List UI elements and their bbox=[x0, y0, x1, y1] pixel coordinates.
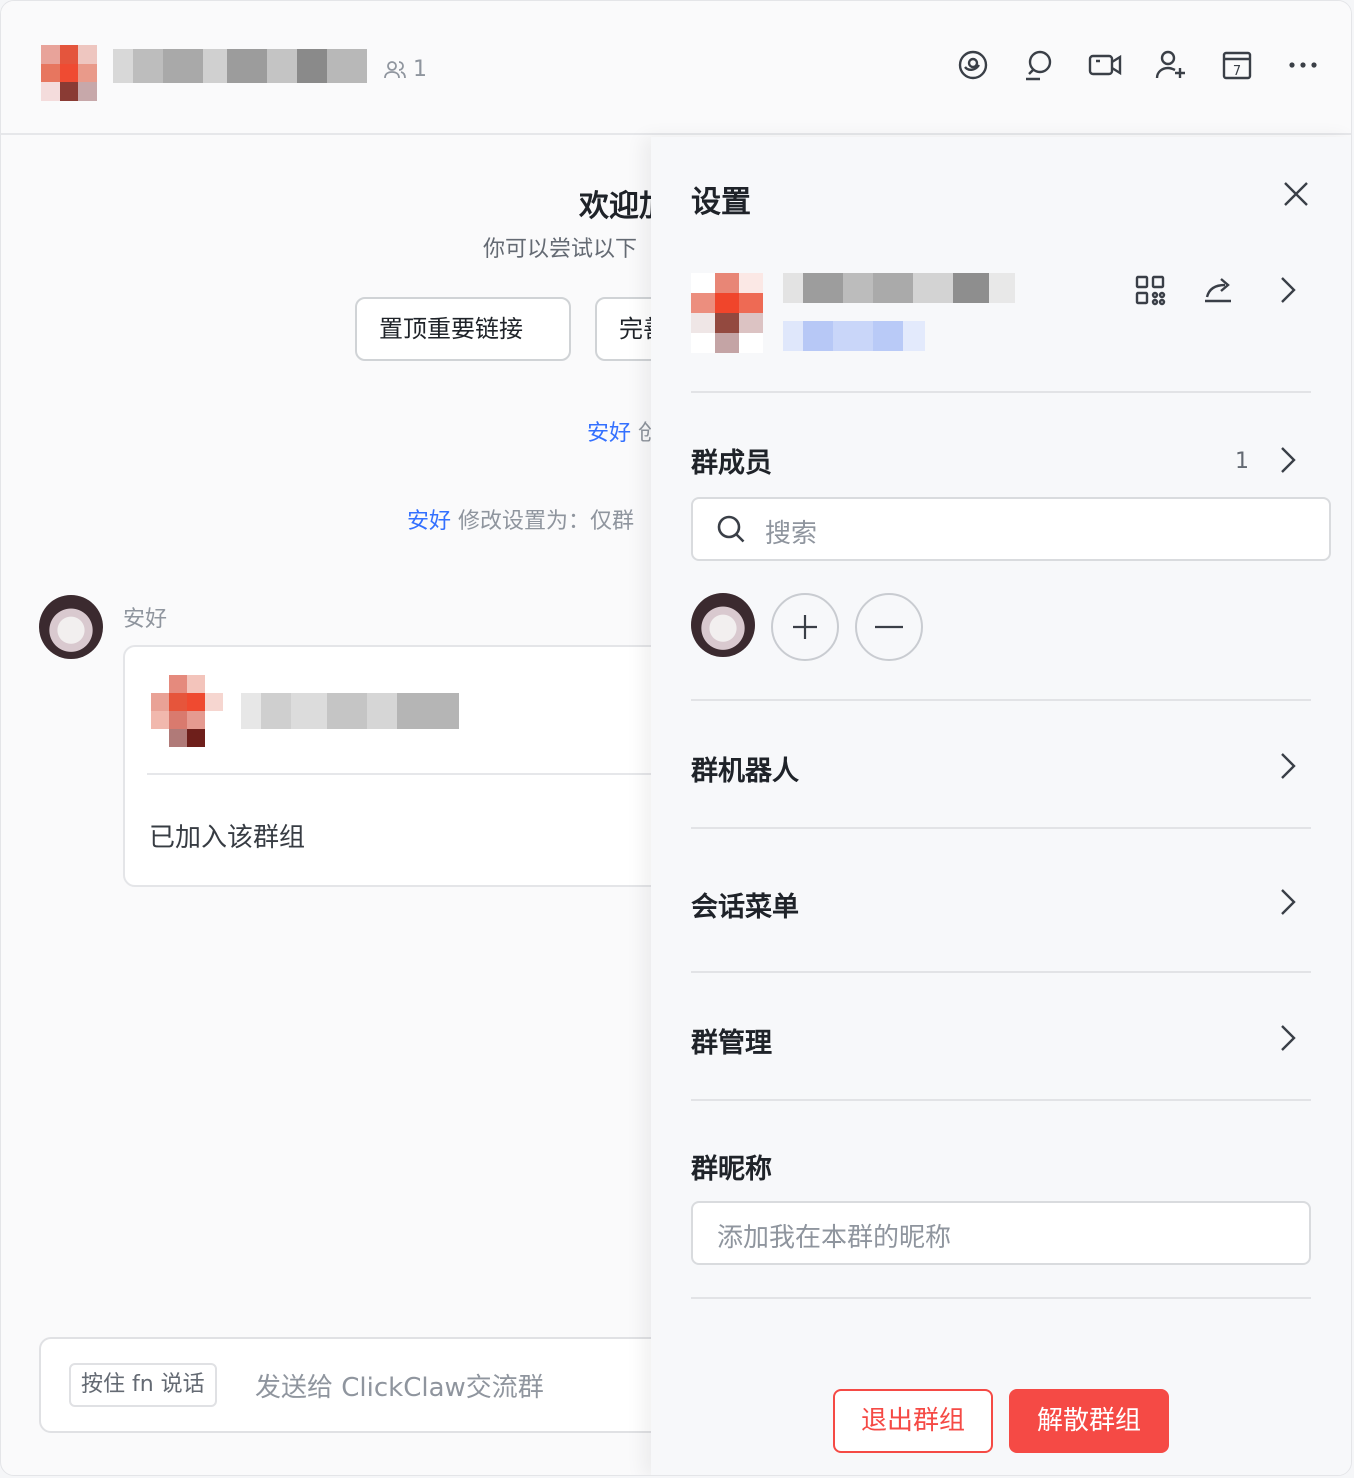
divider bbox=[691, 827, 1311, 829]
member-search-input[interactable]: 搜索 bbox=[691, 497, 1331, 561]
group-bots-chevron-icon[interactable] bbox=[1277, 749, 1299, 783]
header-actions: 7 bbox=[955, 47, 1321, 83]
welcome-title: 欢迎加 bbox=[579, 189, 651, 224]
group-bots-row[interactable]: 群机器人 bbox=[691, 749, 799, 788]
plus-icon bbox=[793, 615, 817, 639]
chip-complete[interactable]: 完善 bbox=[595, 297, 651, 361]
chat-menu-chevron-icon[interactable] bbox=[1277, 885, 1299, 919]
sender-name: 安好 bbox=[123, 607, 168, 632]
panel-group-avatar[interactable] bbox=[691, 273, 763, 353]
join-card[interactable]: 已加入该群组 bbox=[123, 645, 651, 887]
svg-text:7: 7 bbox=[1233, 64, 1241, 79]
minus-icon bbox=[875, 625, 903, 629]
members-label[interactable]: 群成员 bbox=[691, 441, 772, 480]
search-icon bbox=[717, 515, 745, 543]
group-avatar[interactable] bbox=[41, 45, 97, 101]
member-count-value: 1 bbox=[413, 57, 427, 82]
chat-header: 1 7 bbox=[1, 1, 1351, 135]
qr-code-icon[interactable] bbox=[1133, 273, 1169, 309]
hold-to-talk-hint[interactable]: 按住 fn 说话 bbox=[69, 1363, 217, 1407]
nickname-placeholder: 添加我在本群的昵称 bbox=[717, 1223, 952, 1253]
member-avatar[interactable] bbox=[691, 593, 755, 657]
card-divider bbox=[147, 773, 651, 775]
divider bbox=[691, 971, 1311, 973]
panel-group-name-blurred bbox=[783, 273, 1015, 303]
add-member-icon[interactable] bbox=[1153, 47, 1189, 83]
group-manage-row[interactable]: 群管理 bbox=[691, 1021, 772, 1060]
divider bbox=[691, 391, 1311, 393]
chat-area: 欢迎加 你可以尝试以下 置顶重要链接 完善 安好 创 安好 修改设置为：仅群 安… bbox=[1, 137, 651, 1475]
system-user-link[interactable]: 安好 bbox=[407, 509, 451, 534]
system-message-settings: 安好 修改设置为：仅群 bbox=[407, 509, 635, 534]
card-group-name-blurred bbox=[241, 693, 459, 729]
sender-avatar[interactable] bbox=[39, 595, 103, 659]
panel-title: 设置 bbox=[691, 185, 751, 220]
divider bbox=[691, 1099, 1311, 1101]
group-manage-chevron-icon[interactable] bbox=[1277, 1021, 1299, 1055]
group-info-chevron-icon[interactable] bbox=[1277, 273, 1299, 307]
composer-placeholder: 发送给 ClickClaw交流群 bbox=[255, 1373, 544, 1403]
members-icon bbox=[384, 60, 406, 78]
video-call-icon[interactable] bbox=[1087, 47, 1123, 83]
panel-group-desc-blurred bbox=[783, 321, 925, 351]
search-chat-icon[interactable] bbox=[1021, 47, 1057, 83]
welcome-subtitle: 你可以尝试以下 bbox=[483, 237, 638, 262]
system-message-created: 安好 创 bbox=[587, 415, 651, 447]
remove-member-button[interactable] bbox=[855, 593, 923, 661]
members-chevron-icon[interactable] bbox=[1277, 443, 1299, 477]
search-placeholder: 搜索 bbox=[765, 519, 818, 549]
more-icon[interactable] bbox=[1285, 47, 1321, 83]
nickname-input[interactable]: 添加我在本群的昵称 bbox=[691, 1201, 1311, 1265]
settings-panel: 设置 群成员 1 搜索 群机器人 会话菜单 群管理 群昵称 添加我在本群的昵称 … bbox=[651, 137, 1351, 1475]
group-name-blurred bbox=[113, 49, 367, 83]
member-count[interactable]: 1 bbox=[383, 57, 427, 82]
dissolve-group-button[interactable]: 解散群组 bbox=[1009, 1389, 1169, 1453]
close-icon[interactable] bbox=[1279, 177, 1313, 211]
members-count: 1 bbox=[1235, 449, 1249, 474]
add-member-button[interactable] bbox=[771, 593, 839, 661]
chip-pin-links[interactable]: 置顶重要链接 bbox=[355, 297, 571, 361]
card-group-avatar bbox=[151, 675, 223, 747]
exit-group-button[interactable]: 退出群组 bbox=[833, 1389, 993, 1453]
divider bbox=[691, 1297, 1311, 1299]
nickname-label: 群昵称 bbox=[691, 1154, 772, 1185]
divider bbox=[691, 699, 1311, 701]
chat-window: 1 7 欢迎加 你可以尝试以下 置顶重要链接 bbox=[0, 0, 1352, 1476]
calendar-icon[interactable]: 7 bbox=[1219, 47, 1255, 83]
card-text: 已加入该群组 bbox=[149, 823, 306, 853]
mention-icon[interactable] bbox=[955, 47, 991, 83]
system-user-link[interactable]: 安好 bbox=[587, 421, 631, 446]
chat-menu-row[interactable]: 会话菜单 bbox=[691, 885, 799, 924]
share-icon[interactable] bbox=[1201, 273, 1237, 309]
message-composer[interactable]: 按住 fn 说话 发送给 ClickClaw交流群 bbox=[39, 1337, 651, 1433]
